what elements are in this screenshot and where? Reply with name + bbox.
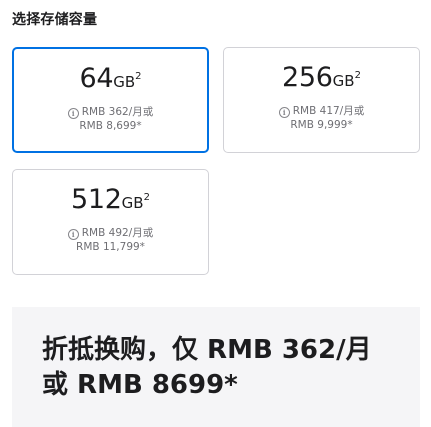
monthly-price-text: RMB 362/月或: [81, 106, 154, 118]
capacity-label: 64GB2: [14, 63, 207, 94]
monthly-price: i RMB 362/月或: [14, 104, 207, 119]
info-circle-icon[interactable]: i: [67, 108, 79, 119]
footnote-marker[interactable]: 2: [144, 192, 150, 203]
promo-line-2: 或 RMB 8699*: [42, 370, 238, 400]
capacity-label: 256GB2: [224, 62, 419, 93]
storage-option-64gb[interactable]: 64GB2 i RMB 362/月或 RMB 8,699*: [12, 47, 209, 153]
full-price: RMB 8,699*: [79, 120, 142, 132]
capacity-unit: GB: [332, 72, 355, 90]
monthly-price-text: RMB 417/月或: [292, 105, 365, 117]
promo-line-1: 折抵换购，仅 RMB 362/月: [42, 335, 372, 365]
trade-in-promo-banner: 折抵换购，仅 RMB 362/月 或 RMB 8699*: [12, 307, 420, 427]
trade-in-promo-text: 折抵换购，仅 RMB 362/月 或 RMB 8699*: [42, 333, 407, 403]
capacity-number: 512: [71, 184, 122, 215]
capacity-unit: GB: [121, 194, 144, 212]
monthly-price-text: RMB 492/月或: [81, 227, 154, 239]
info-circle-icon[interactable]: i: [278, 107, 290, 118]
monthly-price: i RMB 417/月或: [224, 103, 419, 118]
capacity-label: 512GB2: [13, 184, 208, 215]
capacity-unit: GB: [113, 73, 136, 91]
storage-option-256gb[interactable]: 256GB2 i RMB 417/月或 RMB 9,999*: [223, 47, 420, 153]
capacity-number: 64: [79, 63, 114, 94]
monthly-price: i RMB 492/月或: [13, 225, 208, 240]
storage-heading: 选择存储容量: [12, 12, 98, 28]
full-price: RMB 11,799*: [76, 241, 145, 253]
full-price: RMB 9,999*: [290, 119, 353, 131]
footnote-marker[interactable]: 2: [135, 71, 141, 82]
footnote-marker[interactable]: 2: [355, 70, 361, 81]
info-circle-icon[interactable]: i: [67, 229, 79, 240]
capacity-number: 256: [282, 62, 333, 93]
storage-option-512gb[interactable]: 512GB2 i RMB 492/月或 RMB 11,799*: [12, 169, 209, 275]
